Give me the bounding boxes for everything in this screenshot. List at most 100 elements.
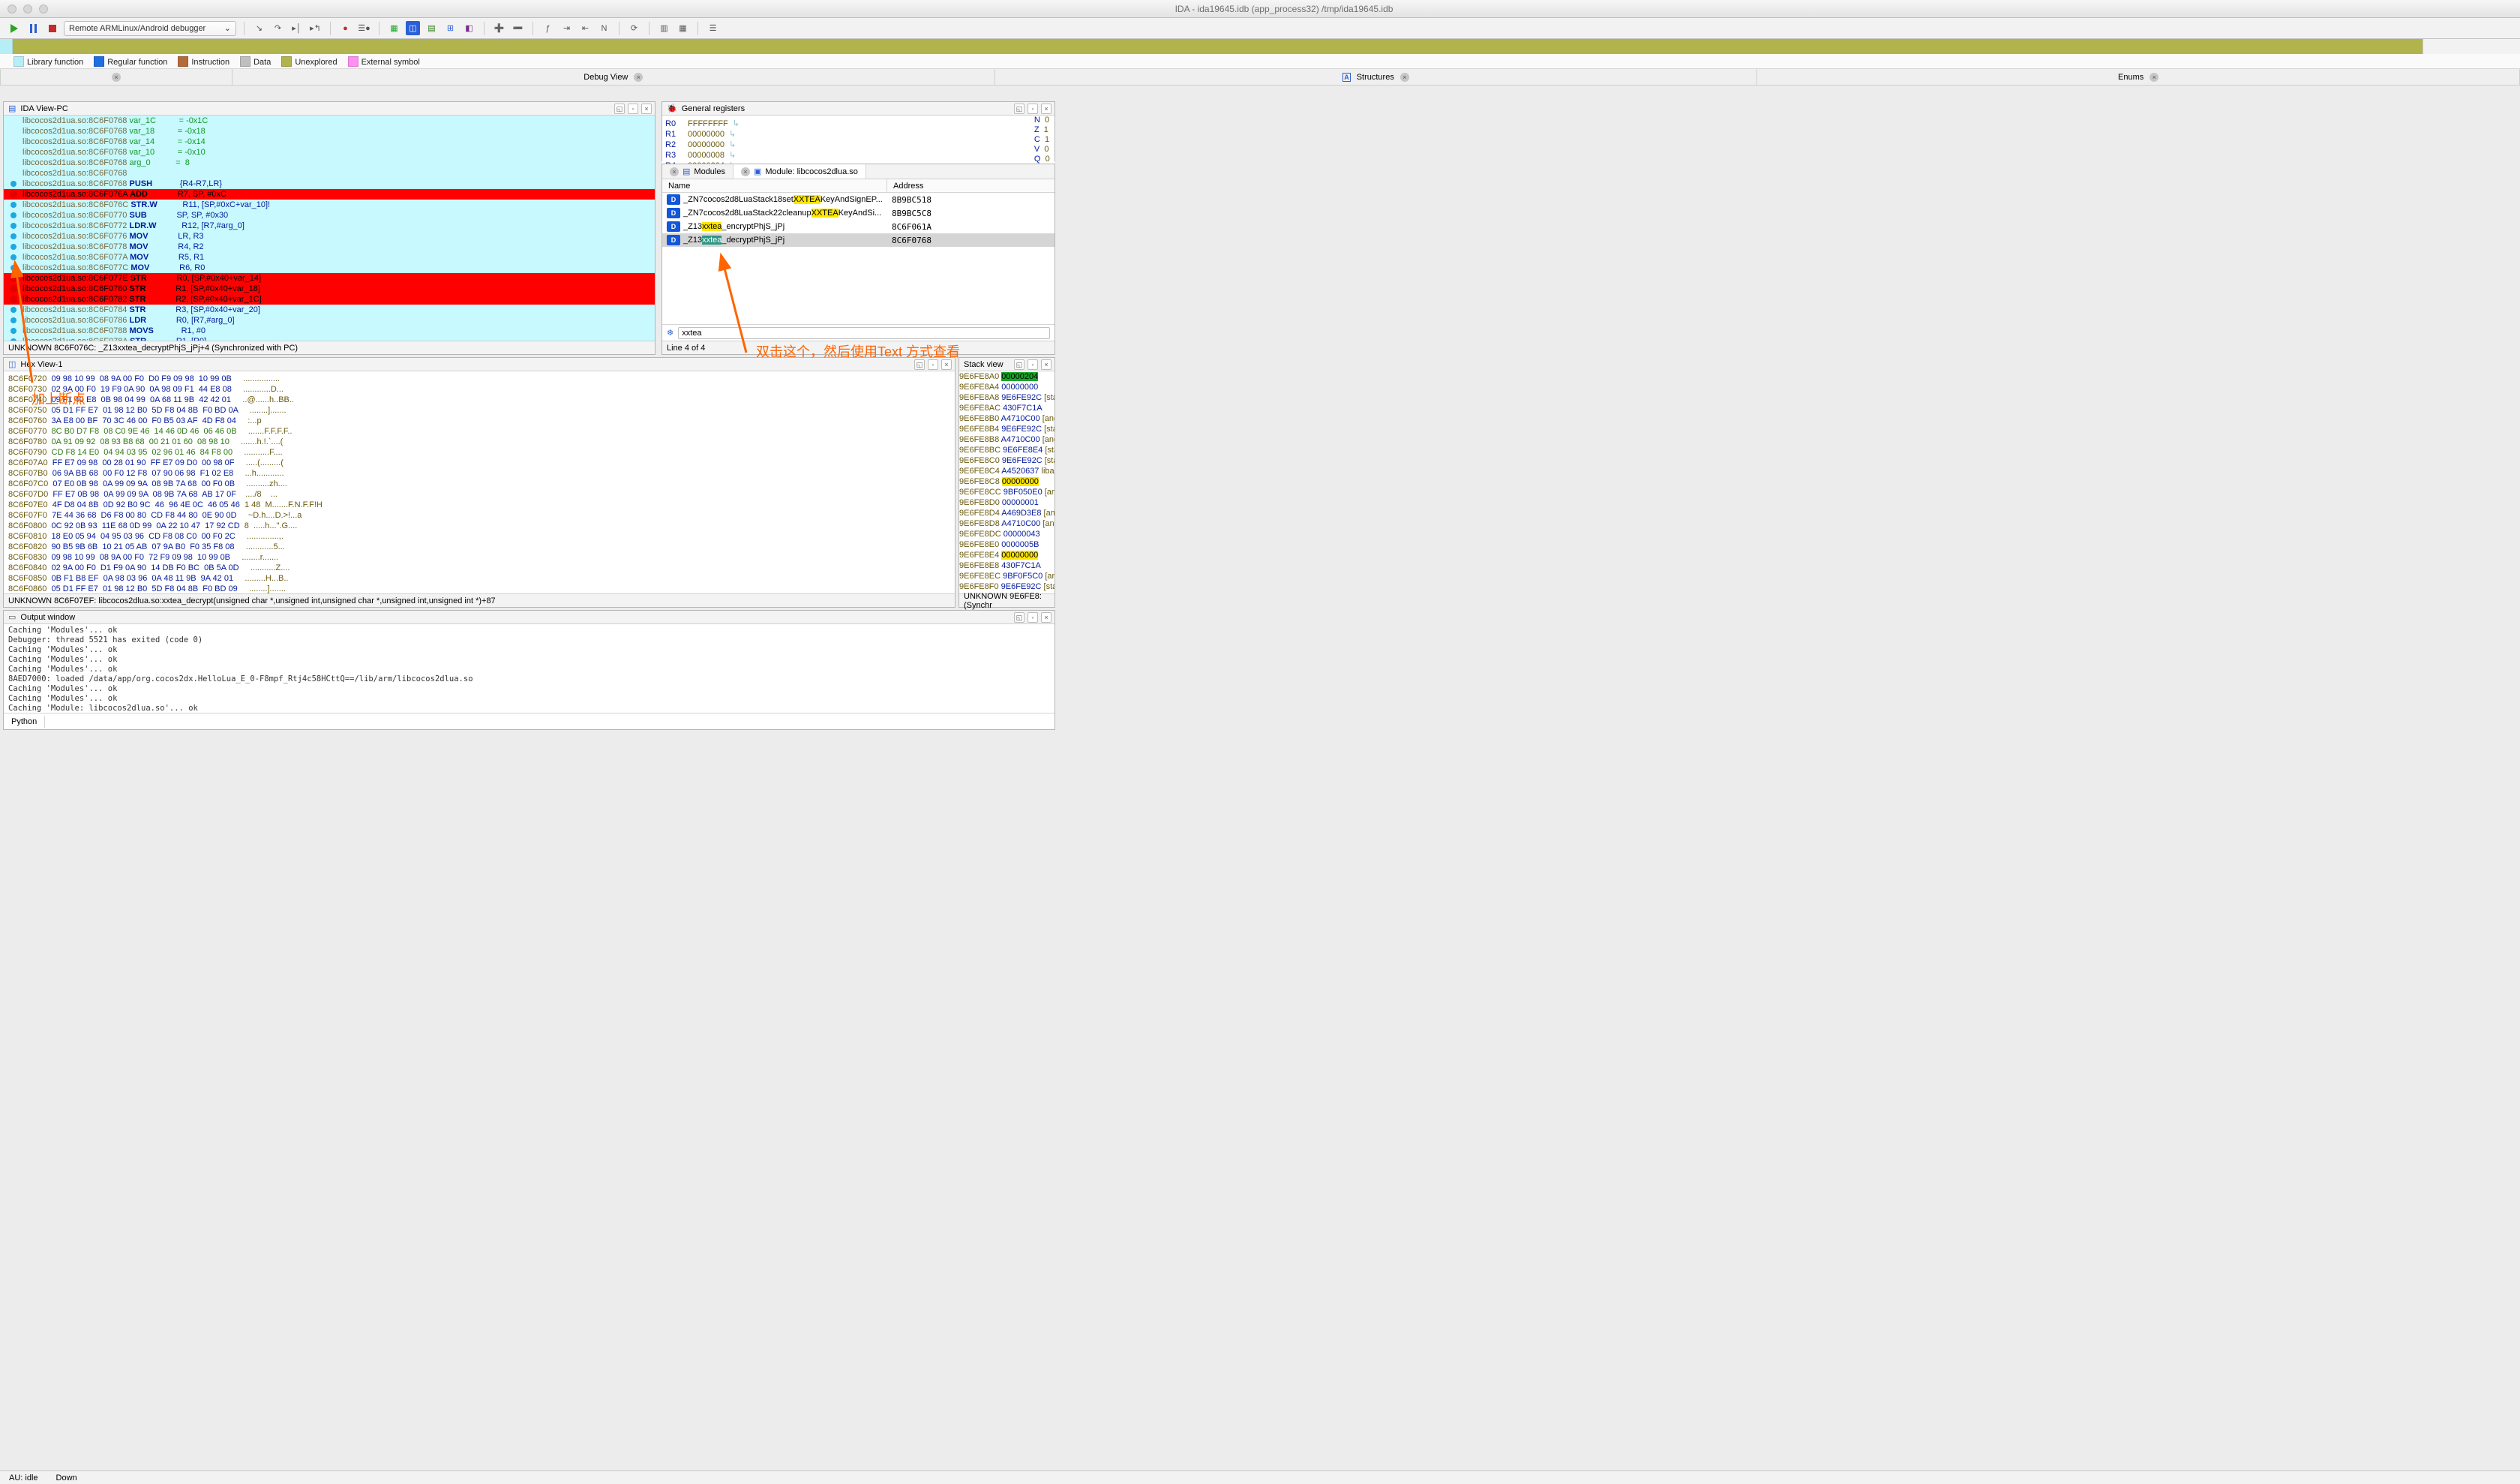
register-row[interactable]: R300000008 ↳ xyxy=(665,150,1052,161)
hex-line[interactable]: 8C6F0830 09 98 10 99 08 9A 00 F0 72 F9 0… xyxy=(8,552,950,563)
asm-line[interactable]: libcocos2d1ua.so:8C6F0784 STR R3, [SP,#0… xyxy=(4,305,655,315)
stack-list[interactable]: 9E6FE8A0 00000204 9E6FE8A4 00000000 9E6F… xyxy=(959,371,1054,593)
stack-line[interactable]: 9E6FE8EC 9BF0F5C0 [anon:l xyxy=(959,571,1054,581)
hex-line[interactable]: 8C6F0850 0B F1 B8 EF 0A 98 03 96 0A 48 1… xyxy=(8,573,950,584)
imports-icon[interactable]: ⇥ xyxy=(560,21,574,35)
asm-line[interactable]: libcocos2d1ua.so:8C6F0772 LDR.W R12, [R7… xyxy=(4,221,655,231)
module-row[interactable]: D_Z13xxtea_encryptPhjS_jPj8C6F061A xyxy=(662,220,1054,233)
search-input[interactable] xyxy=(678,327,1050,339)
stack-line[interactable]: 9E6FE8A4 00000000 xyxy=(959,382,1054,392)
hex-line[interactable]: 8C6F07C0 07 E0 0B 98 0A 99 09 9A 08 9B 7… xyxy=(8,479,950,489)
register-row[interactable]: R200000000 ↳ xyxy=(665,140,1052,150)
tab-debug-view[interactable]: Debug View× xyxy=(232,69,995,85)
disassembly-listing[interactable]: libcocos2d1ua.so:8C6F0768 var_1C = -0x1C… xyxy=(4,116,655,341)
run-icon[interactable] xyxy=(8,21,22,35)
asm-line[interactable]: libcocos2d1ua.so:8C6F0768 arg_0 = 8 xyxy=(4,158,655,168)
stack-line[interactable]: 9E6FE8B4 9E6FE92C [stack: xyxy=(959,424,1054,434)
tab-modules[interactable]: ×▤Modules xyxy=(662,164,734,179)
minimize-window-icon[interactable] xyxy=(23,5,32,14)
step-into-icon[interactable]: ↘ xyxy=(252,21,266,35)
asm-line[interactable]: libcocos2d1ua.so:8C6F0786 LDR R0, [R7,#a… xyxy=(4,315,655,326)
minimize-icon[interactable]: ◦ xyxy=(928,359,938,370)
hex-view-icon[interactable]: ▦ xyxy=(387,21,401,35)
hex-line[interactable]: 8C6F0750 05 D1 FF E7 01 98 12 B0 5D F8 0… xyxy=(8,405,950,416)
hex-dump[interactable]: 8C6F0720 09 98 10 99 08 9A 00 F0 D0 F9 0… xyxy=(4,371,955,593)
output-log[interactable]: Caching 'Modules'... ok Debugger: thread… xyxy=(4,624,1054,713)
stack-trace-icon[interactable]: ☰ xyxy=(706,21,720,35)
stack-line[interactable]: 9E6FE8D4 A469D3E8 [anon:l xyxy=(959,508,1054,518)
restore-icon[interactable]: ◱ xyxy=(1014,104,1024,114)
run-to-cursor-icon[interactable]: ▸│ xyxy=(290,21,304,35)
stack-line[interactable]: 9E6FE8AC 430F7C1A xyxy=(959,403,1054,413)
stack-line[interactable]: 9E6FE8A8 9E6FE92C [stack: xyxy=(959,392,1054,403)
stack-line[interactable]: 9E6FE8CC 9BF050E0 [anon:l xyxy=(959,487,1054,497)
exports-icon[interactable]: ⇤ xyxy=(578,21,592,35)
window-layout-1-icon[interactable]: ▥ xyxy=(657,21,671,35)
asm-line[interactable]: libcocos2d1ua.so:8C6F0780 STR R1, [SP,#0… xyxy=(4,284,655,294)
close-icon[interactable]: × xyxy=(670,167,679,176)
modules-list[interactable]: D_ZN7cocos2d8LuaStack18setXXTEAKeyAndSig… xyxy=(662,193,1054,247)
hex-line[interactable]: 8C6F07D0 FF E7 0B 98 0A 99 09 9A 08 9B 7… xyxy=(8,489,950,500)
hex-line[interactable]: 8C6F07A0 FF E7 09 98 00 28 01 90 FF E7 0… xyxy=(8,458,950,468)
asm-line[interactable]: libcocos2d1ua.so:8C6F077C MOV R6, R0 xyxy=(4,263,655,273)
stack-line[interactable]: 9E6FE8E4 00000000 xyxy=(959,550,1054,560)
tab-structures[interactable]: AStructures× xyxy=(995,69,1758,85)
minimize-icon[interactable]: ◦ xyxy=(1028,104,1038,114)
add-watch-icon[interactable]: ➕ xyxy=(492,21,506,35)
remove-watch-icon[interactable]: ➖ xyxy=(511,21,525,35)
hex-line[interactable]: 8C6F0840 02 9A 00 F0 D1 F9 0A 90 14 DB F… xyxy=(8,563,950,573)
register-row[interactable]: R0FFFFFFFF ↳ xyxy=(665,119,1052,129)
stack-line[interactable]: 9E6FE8A0 00000204 xyxy=(959,371,1054,382)
asm-line[interactable]: libcocos2d1ua.so:8C6F0782 STR R2, [SP,#0… xyxy=(4,294,655,305)
hex-line[interactable]: 8C6F0860 05 D1 FF E7 01 98 12 B0 5D F8 0… xyxy=(8,584,950,593)
close-window-icon[interactable] xyxy=(8,5,16,14)
minimize-icon[interactable]: ◦ xyxy=(1028,359,1038,370)
close-icon[interactable]: × xyxy=(112,73,121,82)
refresh-icon[interactable]: ⟳ xyxy=(627,21,641,35)
col-address[interactable]: Address xyxy=(887,179,1054,192)
tab-enums[interactable]: Enums× xyxy=(1757,69,2520,85)
module-row[interactable]: D_Z13xxtea_decryptPhjS_jPj8C6F0768 xyxy=(662,233,1054,247)
close-icon[interactable]: × xyxy=(741,167,750,176)
zoom-window-icon[interactable] xyxy=(39,5,48,14)
stack-line[interactable]: 9E6FE8C4 A4520637 libart. xyxy=(959,466,1054,476)
hex-line[interactable]: 8C6F07F0 7E 44 36 68 D6 F8 00 80 CD F8 4… xyxy=(8,510,950,521)
stack-line[interactable]: 9E6FE8BC 9E6FE8E4 [stack: xyxy=(959,445,1054,455)
stack-line[interactable]: 9E6FE8DC 00000043 xyxy=(959,529,1054,539)
close-icon[interactable]: × xyxy=(1041,359,1052,370)
restore-icon[interactable]: ◱ xyxy=(1014,359,1024,370)
run-until-return-icon[interactable]: ▸↰ xyxy=(308,21,322,35)
close-icon[interactable]: × xyxy=(634,73,643,82)
restore-icon[interactable]: ◱ xyxy=(614,104,625,114)
module-row[interactable]: D_ZN7cocos2d8LuaStack18setXXTEAKeyAndSig… xyxy=(662,193,1054,206)
minimize-icon[interactable]: ◦ xyxy=(1028,612,1038,623)
close-icon[interactable]: × xyxy=(641,104,652,114)
stack-line[interactable]: 9E6FE8F0 9E6FE92C [stack: xyxy=(959,581,1054,592)
hex-line[interactable]: 8C6F0730 02 9A 00 F0 19 F9 0A 90 0A 98 0… xyxy=(8,384,950,395)
stack-line[interactable]: 9E6FE8E0 0000005B xyxy=(959,539,1054,550)
asm-line[interactable]: libcocos2d1ua.so:8C6F076C STR.W R11, [SP… xyxy=(4,200,655,210)
close-icon[interactable]: × xyxy=(1041,612,1052,623)
stack-line[interactable]: 9E6FE8E8 430F7C1A xyxy=(959,560,1054,571)
hex-line[interactable]: 8C6F0760 3A E8 00 BF 70 3C 46 00 F0 B5 0… xyxy=(8,416,950,426)
asm-line[interactable]: libcocos2d1ua.so:8C6F0768 var_14 = -0x14 xyxy=(4,137,655,147)
stack-line[interactable]: 9E6FE8C0 9E6FE92C [stack: xyxy=(959,455,1054,466)
stack-line[interactable]: 9E6FE8B8 A4710C00 [anon:l xyxy=(959,434,1054,445)
hex-line[interactable]: 8C6F07E0 4F D8 04 8B 0D 92 B0 9C 46 96 4… xyxy=(8,500,950,510)
asm-line[interactable]: libcocos2d1ua.so:8C6F0770 SUB SP, SP, #0… xyxy=(4,210,655,221)
asm-line[interactable]: libcocos2d1ua.so:8C6F077E STR R0, [SP,#0… xyxy=(4,273,655,284)
hex-line[interactable]: 8C6F0770 8C B0 D7 F8 08 C0 9E 46 14 46 0… xyxy=(8,426,950,437)
asm-line[interactable]: libcocos2d1ua.so:8C6F0768 var_1C = -0x1C xyxy=(4,116,655,126)
toggle-breakpoint-icon[interactable]: ● xyxy=(338,21,352,35)
close-icon[interactable]: × xyxy=(941,359,952,370)
tab-blank[interactable]: × xyxy=(0,69,232,85)
stack-line[interactable]: 9E6FE8C8 00000000 xyxy=(959,476,1054,487)
asm-line[interactable]: libcocos2d1ua.so:8C6F0768 PUSH {R4-R7,LR… xyxy=(4,179,655,189)
col-name[interactable]: Name xyxy=(662,179,887,192)
stop-icon[interactable] xyxy=(45,21,59,35)
step-over-icon[interactable]: ↷ xyxy=(271,21,285,35)
close-icon[interactable]: × xyxy=(1400,73,1409,82)
asm-line[interactable]: libcocos2d1ua.so:8C6F0778 MOV R4, R2 xyxy=(4,242,655,252)
hex-line[interactable]: 8C6F0800 0C 92 0B 93 11E 68 0D 99 0A 22 … xyxy=(8,521,950,531)
hex-line[interactable]: 8C6F0810 18 E0 05 94 04 95 03 96 CD F8 0… xyxy=(8,531,950,542)
